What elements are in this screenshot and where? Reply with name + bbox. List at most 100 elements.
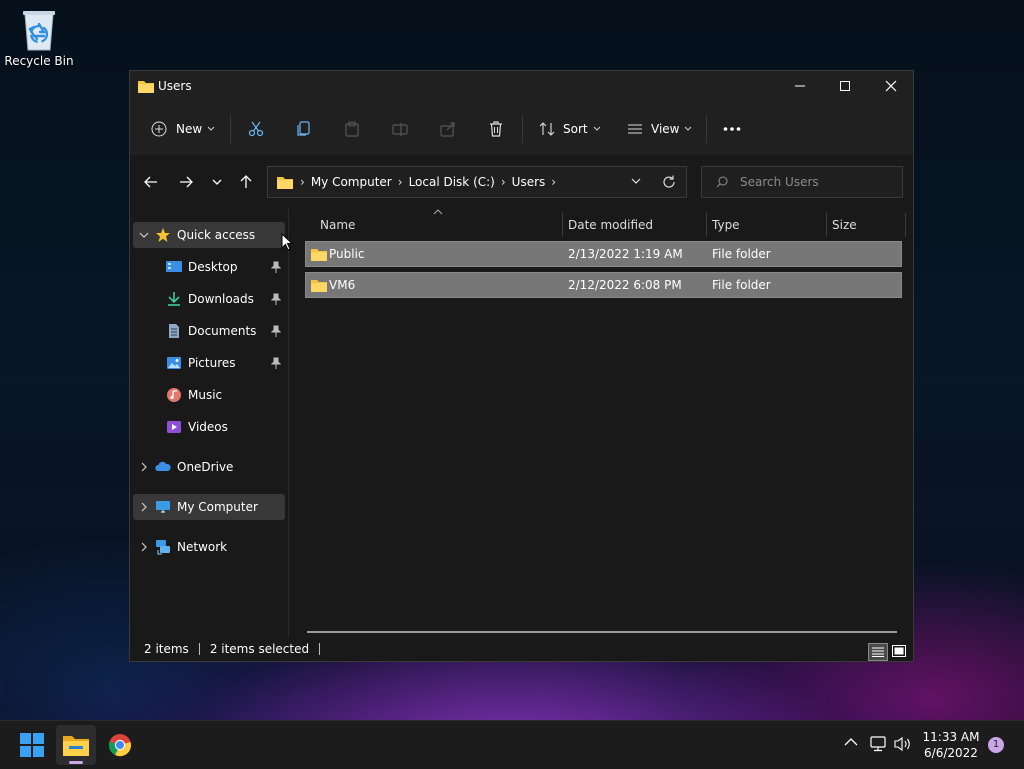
music-icon [166, 387, 182, 403]
nav-item-label: Videos [188, 420, 228, 434]
nav-desktop[interactable]: Desktop [133, 254, 285, 280]
download-icon [166, 291, 182, 307]
close-button[interactable] [868, 71, 914, 101]
up-button[interactable] [235, 173, 257, 191]
desktop-icon [166, 259, 182, 275]
column-header-name[interactable]: Name [320, 213, 355, 237]
maximize-button[interactable] [822, 71, 868, 101]
recent-locations-button[interactable] [206, 173, 228, 191]
chevron-right-icon[interactable] [133, 462, 155, 472]
show-hidden-icons-button[interactable] [844, 737, 858, 747]
column-header-type[interactable]: Type [712, 213, 740, 237]
nav-videos[interactable]: Videos [133, 414, 285, 440]
folder-icon [138, 79, 154, 93]
breadcrumb-my-computer[interactable]: My Computer [311, 175, 392, 189]
scissors-icon [248, 121, 264, 137]
column-divider[interactable] [826, 213, 827, 237]
recycle-bin[interactable]: Recycle Bin [4, 6, 74, 68]
rename-button[interactable] [392, 117, 408, 141]
horizontal-scrollbar[interactable] [307, 631, 897, 633]
notification-badge[interactable]: 1 [988, 737, 1004, 753]
nav-quick-access[interactable]: Quick access [133, 222, 285, 248]
windows-logo-icon [20, 733, 44, 757]
back-button[interactable] [140, 173, 162, 191]
new-button[interactable]: New [151, 117, 215, 141]
nav-pictures[interactable]: Pictures [133, 350, 285, 376]
breadcrumb-users[interactable]: Users [512, 175, 546, 189]
toolbar-separator [706, 115, 707, 143]
paste-icon [344, 121, 360, 137]
nav-network[interactable]: Network [133, 534, 285, 560]
breadcrumb-chevron-icon: › [300, 175, 305, 189]
recycle-bin-icon [19, 6, 59, 52]
start-button[interactable] [12, 725, 52, 765]
status-divider [319, 643, 321, 655]
nav-item-label: Music [188, 388, 223, 402]
pane-splitter[interactable] [288, 209, 289, 637]
document-icon [166, 323, 182, 339]
address-bar[interactable]: › My Computer › Local Disk (C:) › Users … [267, 166, 687, 198]
nav-onedrive[interactable]: OneDrive [133, 454, 285, 480]
minimize-button[interactable] [777, 71, 823, 101]
nav-documents[interactable]: Documents [133, 318, 285, 344]
column-divider[interactable] [905, 213, 906, 237]
more-options-button[interactable] [723, 117, 741, 141]
volume-button[interactable] [894, 736, 912, 752]
status-item-count: 2 items [144, 642, 189, 656]
nav-quick-access-label: Quick access [177, 228, 256, 242]
status-selected-count: 2 items selected [209, 642, 310, 656]
delete-button[interactable] [488, 117, 504, 141]
nav-downloads[interactable]: Downloads [133, 286, 285, 312]
column-header-date-modified[interactable]: Date modified [568, 213, 653, 237]
tiles-view-button[interactable] [890, 643, 908, 659]
chevron-right-icon[interactable] [133, 502, 155, 512]
chevron-down-icon[interactable] [133, 232, 155, 238]
network-status-button[interactable] [870, 736, 888, 752]
navigation-pane: Quick access Desktop Downloads Documents [130, 209, 288, 627]
breadcrumb-chevron-icon: › [551, 175, 557, 189]
breadcrumb-local-disk[interactable]: Local Disk (C:) [409, 175, 495, 189]
row-type: File folder [712, 247, 771, 261]
trash-icon [488, 121, 504, 137]
tiles-view-icon [892, 645, 906, 657]
computer-icon [155, 499, 171, 515]
arrow-up-icon [240, 175, 252, 189]
table-row[interactable]: Public 2/13/2022 1:19 AM File folder [305, 241, 902, 267]
share-button[interactable] [440, 117, 456, 141]
table-row[interactable]: VM6 2/12/2022 6:08 PM File folder [305, 272, 902, 298]
copy-button[interactable] [296, 117, 312, 141]
title-bar[interactable]: Users [130, 71, 913, 103]
nav-item-label: Downloads [188, 292, 254, 306]
taskbar-chrome[interactable] [100, 725, 140, 765]
cut-button[interactable] [248, 117, 264, 141]
search-box[interactable] [701, 166, 903, 198]
details-view-button[interactable] [868, 643, 888, 661]
forward-button[interactable] [175, 173, 197, 191]
refresh-icon[interactable] [662, 175, 676, 189]
paste-button[interactable] [344, 117, 360, 141]
command-bar: New Sort View [130, 103, 913, 156]
recycle-bin-label: Recycle Bin [4, 54, 74, 68]
picture-icon [166, 355, 182, 371]
network-icon [155, 539, 171, 555]
row-date: 2/12/2022 6:08 PM [568, 278, 682, 292]
nav-my-computer[interactable]: My Computer [133, 494, 285, 520]
breadcrumb-chevron-icon: › [397, 175, 403, 189]
column-divider[interactable] [706, 213, 707, 237]
nav-network-label: Network [177, 540, 228, 554]
chevron-down-icon [207, 126, 215, 132]
column-header-size[interactable]: Size [832, 213, 857, 237]
nav-music[interactable]: Music [133, 382, 285, 408]
ellipsis-icon [723, 126, 741, 132]
sort-button[interactable]: Sort [539, 117, 601, 141]
pin-icon [271, 325, 281, 337]
pin-icon [271, 261, 281, 273]
address-dropdown-icon[interactable] [631, 178, 641, 184]
column-divider[interactable] [562, 213, 563, 237]
chevron-right-icon[interactable] [133, 542, 155, 552]
view-button[interactable]: View [627, 117, 692, 141]
taskbar-file-explorer[interactable] [56, 725, 96, 765]
clock[interactable]: 11:33 AM 6/6/2022 [916, 729, 986, 761]
new-label: New [176, 122, 203, 136]
search-input[interactable] [738, 174, 902, 190]
